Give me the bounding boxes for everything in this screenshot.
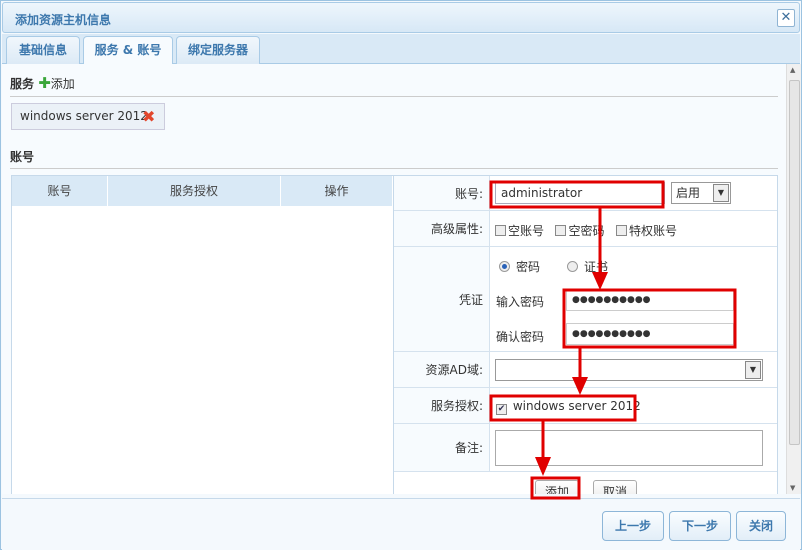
credential-label: 凭证 (394, 247, 490, 351)
prev-step-button[interactable]: 上一步 (602, 511, 664, 541)
divider (10, 96, 778, 97)
plus-icon: ✚ (38, 74, 51, 92)
row-note: 备注: (394, 424, 777, 472)
divider (10, 168, 778, 169)
dialog: 添加资源主机信息 ✕ 基础信息 服务 & 账号 绑定服务器 服务 ✚添加 win… (0, 0, 802, 550)
column-header: 账号 (12, 176, 108, 206)
confirm-password-label: 确认密码 (496, 330, 545, 344)
row-service-auth: 服务授权: ✔ windows server 2012 (394, 388, 777, 424)
column-header: 服务授权 (108, 176, 281, 206)
account-input[interactable]: administrator (495, 182, 665, 204)
ad-domain-label: 资源AD域: (394, 352, 490, 387)
account-label: 账号: (394, 176, 490, 210)
service-auth-checkbox[interactable]: ✔ windows server 2012 (496, 399, 641, 415)
next-step-button[interactable]: 下一步 (669, 511, 731, 541)
account-form: 账号: administrator 启用 ▼ 高级属性: 空账号 空密码 特权账号… (393, 175, 778, 494)
chevron-down-icon: ▼ (745, 361, 761, 379)
row-advanced: 高级属性: 空账号 空密码 特权账号 (394, 211, 777, 247)
close-icon[interactable]: ✕ (777, 9, 795, 27)
radio-certificate[interactable]: 证书 (567, 258, 608, 275)
chevron-down-icon: ▼ (713, 184, 729, 202)
dialog-title: 添加资源主机信息 (15, 13, 112, 27)
empty-password-checkbox[interactable]: 空密码 (555, 224, 604, 238)
ad-domain-select[interactable]: ▼ (495, 359, 763, 381)
close-button[interactable]: 关闭 (736, 511, 786, 541)
tab-basic-info[interactable]: 基础信息 (6, 36, 80, 64)
service-auth-label: 服务授权: (394, 388, 490, 423)
empty-account-checkbox[interactable]: 空账号 (495, 224, 544, 238)
row-account: 账号: administrator 启用 ▼ (394, 176, 777, 211)
cancel-button[interactable]: 取消 (593, 480, 637, 494)
scroll-down-icon[interactable]: ▼ (790, 484, 795, 492)
accounts-table: 账号 服务授权 操作 (11, 175, 394, 494)
row-actions: 添加 取消 (394, 472, 777, 494)
row-ad-domain: 资源AD域: ▼ (394, 352, 777, 388)
radio-password[interactable]: 密码 (499, 258, 540, 275)
password-label: 输入密码 (496, 295, 545, 309)
password-input[interactable]: ●●●●●●●●●● (566, 289, 734, 311)
scroll-up-icon[interactable]: ▲ (790, 66, 795, 74)
services-heading: 服务 ✚添加 (10, 74, 75, 92)
content-area: 服务 ✚添加 windows server 2012 ✖ 账号 账号 服务授权 操… (2, 64, 786, 494)
add-service-button[interactable]: ✚添加 (38, 74, 75, 92)
tab-bar: 基础信息 服务 & 账号 绑定服务器 (2, 34, 800, 65)
confirm-password-input[interactable]: ●●●●●●●●●● (566, 323, 734, 345)
scrollbar-thumb[interactable] (789, 80, 800, 445)
title-bar: 添加资源主机信息 ✕ (2, 2, 800, 33)
accounts-heading: 账号 (10, 150, 35, 164)
note-textarea[interactable] (495, 430, 763, 466)
column-header: 操作 (281, 176, 393, 206)
status-select[interactable]: 启用 ▼ (671, 182, 731, 204)
note-label: 备注: (394, 424, 490, 471)
row-credential: 凭证 密码 证书 输入密码 ●●●●●●●●●● 确认密码 ●●●●●●●●●● (394, 247, 777, 352)
add-account-button[interactable]: 添加 (535, 480, 579, 494)
advanced-label: 高级属性: (394, 211, 490, 246)
remove-icon[interactable]: ✖ (142, 104, 155, 129)
vertical-scrollbar[interactable]: ▲ ▼ (786, 64, 801, 494)
tab-services-accounts[interactable]: 服务 & 账号 (83, 36, 173, 65)
privileged-account-checkbox[interactable]: 特权账号 (615, 224, 677, 238)
tab-bind-server[interactable]: 绑定服务器 (176, 36, 260, 64)
service-chip: windows server 2012 ✖ (11, 103, 165, 130)
footer: 上一步 下一步 关闭 (2, 498, 800, 550)
